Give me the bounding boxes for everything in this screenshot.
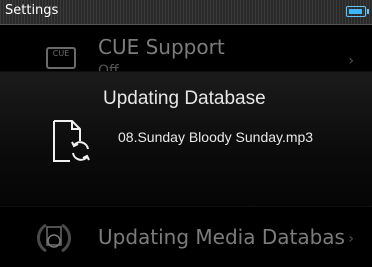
list-item-cue-support[interactable]: CUE CUE Support Off › [0, 25, 372, 79]
cue-icon: CUE [46, 47, 76, 69]
media-database-icon [37, 223, 71, 253]
list-item-updating-media-database[interactable]: Updating Media Databas › [0, 212, 372, 262]
dialog-title: Updating Database [103, 88, 266, 109]
chevron-right-icon: › [348, 231, 354, 247]
screen: Settings CUE CUE Support Off › Updating … [0, 0, 372, 267]
status-bar: Settings [0, 0, 372, 25]
battery-nub [367, 9, 369, 14]
status-bar-title: Settings [5, 3, 59, 18]
chevron-right-icon: › [348, 53, 354, 69]
current-file-name: 08.Sunday Bloody Sunday.mp3 [118, 129, 314, 145]
battery-level [349, 9, 362, 14]
updating-database-dialog: Updating Database 08.Sunday Bloody Sunda… [0, 72, 372, 206]
cue-icon-label: CUE [52, 49, 70, 58]
battery-icon [346, 6, 369, 17]
list-item-label: CUE Support [98, 35, 225, 59]
list-item-label: Updating Media Databas [98, 225, 345, 249]
document-refresh-icon [53, 120, 90, 162]
